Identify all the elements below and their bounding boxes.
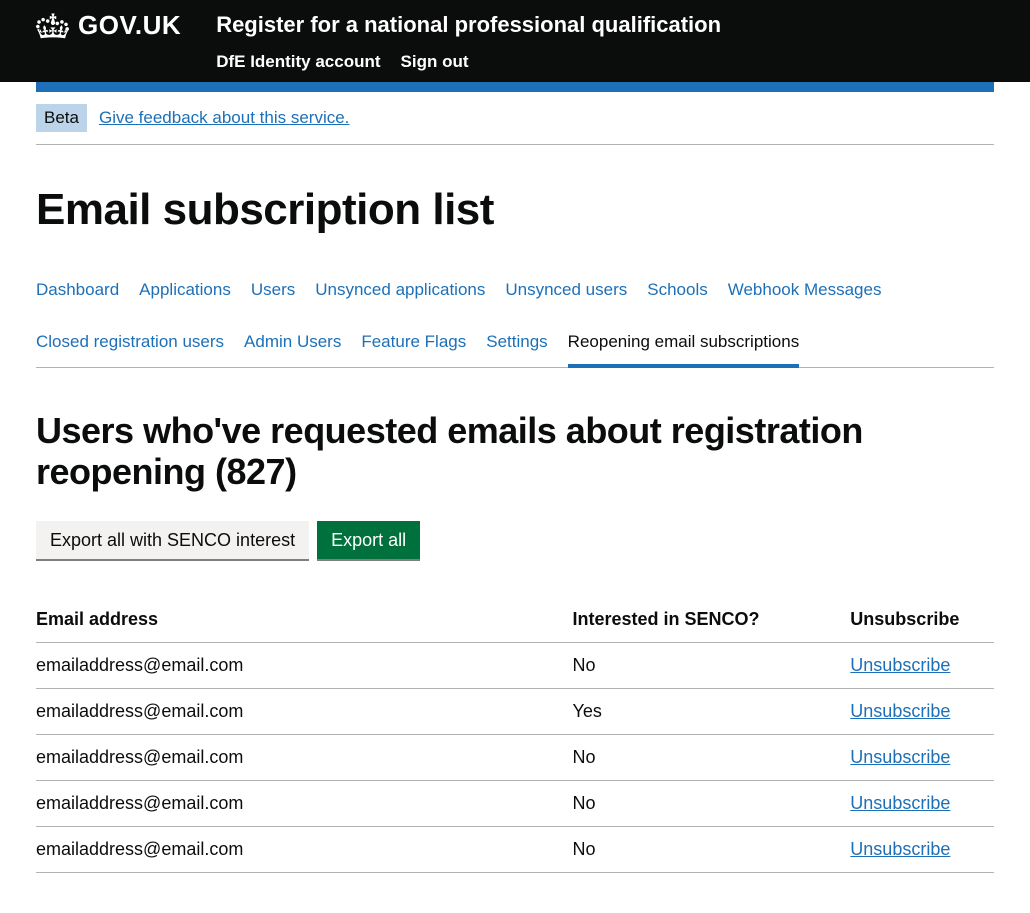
unsubscribe-link[interactable]: Unsubscribe [850,655,950,675]
identity-account-link[interactable]: DfE Identity account [216,52,380,72]
export-buttons: Export all with SENCO interest Export al… [36,521,994,559]
cell-senco: Yes [572,688,850,734]
cell-unsubscribe: Unsubscribe [850,688,994,734]
sign-out-link[interactable]: Sign out [401,52,469,72]
notification-banner-strip [36,82,994,92]
unsubscribe-link[interactable]: Unsubscribe [850,793,950,813]
cell-unsubscribe: Unsubscribe [850,780,994,826]
govuk-logo[interactable]: GOV.UK [36,10,181,41]
nav-item-reopening-email-subscriptions[interactable]: Reopening email subscriptions [568,332,800,368]
nav-item-schools[interactable]: Schools [647,280,707,314]
subscriber-count: 827 [227,451,286,492]
cell-unsubscribe: Unsubscribe [850,734,994,780]
section-heading: Users who've requested emails about regi… [36,410,994,493]
feedback-link[interactable]: Give feedback about this service. [99,108,349,128]
phase-tag: Beta [36,104,87,132]
cell-senco: No [572,642,850,688]
cell-unsubscribe: Unsubscribe [850,826,994,872]
cell-email: emailaddress@email.com [36,734,572,780]
table-row: emailaddress@email.comNoUnsubscribe [36,734,994,780]
table-row: emailaddress@email.comYesUnsubscribe [36,688,994,734]
table-row: emailaddress@email.comNoUnsubscribe [36,642,994,688]
unsubscribe-link[interactable]: Unsubscribe [850,747,950,767]
nav-item-admin-users[interactable]: Admin Users [244,332,341,367]
govuk-logo-text: GOV.UK [78,10,181,41]
cell-senco: No [572,734,850,780]
export-all-button[interactable]: Export all [317,521,420,559]
nav-item-webhook-messages[interactable]: Webhook Messages [728,280,882,314]
cell-unsubscribe: Unsubscribe [850,642,994,688]
col-header-email: Email address [36,599,572,643]
export-senco-button[interactable]: Export all with SENCO interest [36,521,309,559]
table-row: emailaddress@email.comNoUnsubscribe [36,826,994,872]
secondary-nav: Dashboard Applications Users Unsynced appli… [36,280,994,368]
crown-icon [36,12,70,40]
service-name[interactable]: Register for a national professional qua… [216,10,721,38]
cell-email: emailaddress@email.com [36,688,572,734]
unsubscribe-link[interactable]: Unsubscribe [850,839,950,859]
header-nav: DfE Identity account Sign out [216,52,721,72]
nav-item-feature-flags[interactable]: Feature Flags [361,332,466,367]
unsubscribe-link[interactable]: Unsubscribe [850,701,950,721]
table-row: emailaddress@email.comNoUnsubscribe [36,780,994,826]
cell-senco: No [572,826,850,872]
nav-item-settings[interactable]: Settings [486,332,547,367]
cell-email: emailaddress@email.com [36,780,572,826]
site-header: GOV.UK Register for a national professio… [0,0,1030,82]
cell-senco: No [572,780,850,826]
col-header-unsubscribe: Unsubscribe [850,599,994,643]
nav-item-closed-registration-users[interactable]: Closed registration users [36,332,224,367]
phase-banner: Beta Give feedback about this service. [36,104,994,145]
nav-item-dashboard[interactable]: Dashboard [36,280,119,314]
page-title: Email subscription list [36,185,994,235]
cell-email: emailaddress@email.com [36,642,572,688]
nav-item-applications[interactable]: Applications [139,280,231,314]
col-header-senco: Interested in SENCO? [572,599,850,643]
cell-email: emailaddress@email.com [36,826,572,872]
nav-item-unsynced-applications[interactable]: Unsynced applications [315,280,485,314]
nav-item-unsynced-users[interactable]: Unsynced users [505,280,627,314]
nav-item-users[interactable]: Users [251,280,295,314]
